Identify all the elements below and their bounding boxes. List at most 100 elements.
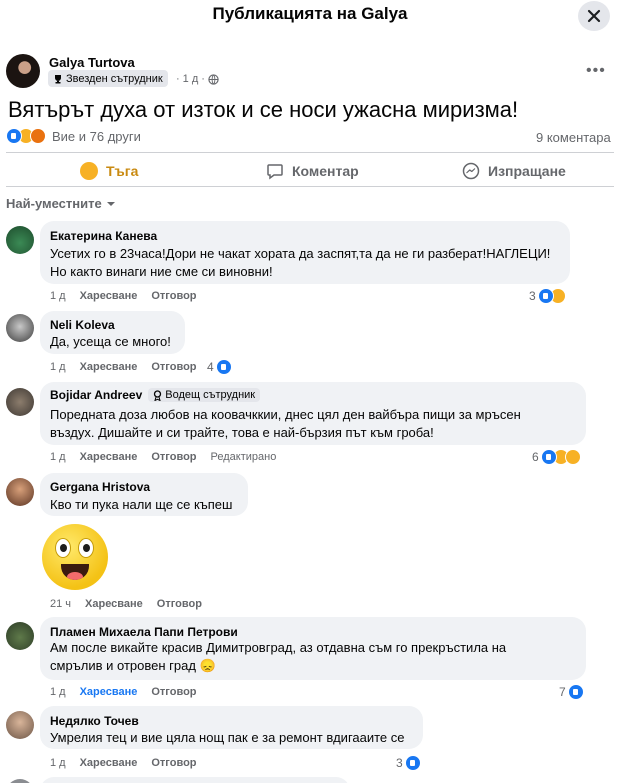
comment-actions: 1 д Харесване Отговор [50,290,197,302]
top-contributor-badge[interactable]: Водещ сътрудник [148,388,261,402]
reactions-summary[interactable]: Вие и 76 други [6,128,141,144]
reaction-count: 4 [207,360,214,374]
comment-text: Умрелия тец и вие цяла нощ пак е за ремо… [50,729,405,747]
comment-line: Поредната доза любов на коовачккии, днес… [50,407,521,422]
sort-label: Най-уместните [6,196,102,211]
avatar[interactable] [6,779,34,783]
sort-dropdown[interactable]: Най-уместните [6,196,116,211]
comment-bubble [40,777,350,783]
comment-text: Ам после викайте красив Димитровград, аз… [50,639,506,675]
globe-icon [208,73,219,85]
comment-reactions[interactable]: 4 [207,359,232,375]
comment-reactions[interactable]: 7 [559,684,584,700]
comment-reactions[interactable]: 6 [532,449,581,465]
comment-line: въздух. Дишайте и си трайте, това е най-… [50,425,434,440]
sad-face-icon [80,162,98,180]
comment-button[interactable]: Коментар [266,162,359,180]
emoji-sticker [42,524,108,590]
emoji-pupil [83,544,90,552]
dialog-header: Публикацията на Galya [0,0,620,31]
avatar[interactable] [6,622,34,650]
comment-author[interactable]: Пламен Михаела Папи Петрови [50,625,238,639]
comment-time[interactable]: 1 д [50,451,66,463]
comment-reactions[interactable]: 3 [396,755,421,771]
comment-author[interactable]: Gergana Hristova [50,480,150,494]
comment-time[interactable]: 21 ч [50,598,71,610]
comment-header: Пламен Михаела Папи Петрови [50,625,238,639]
avatar[interactable] [6,314,34,342]
avatar[interactable] [6,388,34,416]
emoji-mouth [61,564,89,580]
comment-line: смрълив и отровен град 😞 [50,658,216,673]
comment-time[interactable]: 1 д [50,361,66,373]
like-reaction-icon [540,449,557,465]
like-link[interactable]: Харесване [80,757,138,769]
comment-time[interactable]: 1 д [50,757,66,769]
reply-link[interactable]: Отговор [151,290,196,302]
comment-author[interactable]: Neli Koleva [50,318,115,332]
comment-reactions[interactable]: 3 [529,288,566,304]
comment-text: Поредната доза любов на коовачккии, днес… [50,406,521,442]
comment-actions: 1 д Харесване Отговор [50,757,197,769]
reply-link[interactable]: Отговор [151,451,196,463]
comment-actions: 21 ч Харесване Отговор [50,598,202,610]
react-button[interactable]: Тъга [80,162,138,180]
close-button[interactable] [578,1,610,31]
comment-icon [267,164,283,180]
emoji-pupil [60,544,67,552]
reply-link[interactable]: Отговор [151,686,196,698]
reply-link[interactable]: Отговор [151,757,196,769]
post-meta: · 1 д · [176,73,219,85]
more-options-icon[interactable]: ••• [586,62,606,80]
comment-text: Да, усеща се много! [50,333,171,351]
comment-header: Neli Koleva [50,318,115,332]
like-link[interactable]: Харесване [80,686,138,698]
messenger-icon [462,162,480,180]
comment-author[interactable]: Екатерина Канева [50,229,157,243]
comment-line: Но както винаги ние сме си виновни! [50,264,273,279]
post-time[interactable]: 1 д [183,73,199,85]
comment-text: Усетих го в 23часа!Дори не чакат хората … [50,245,550,281]
reaction-count: 7 [559,685,566,699]
emoji-eye [55,538,71,558]
comment-author[interactable]: Bojidar Andreev [50,388,142,402]
comment-header: Недялко Точев [50,714,139,728]
badge-label: Звезден сътрудник [66,72,163,85]
comment-time[interactable]: 1 д [50,290,66,302]
send-button[interactable]: Изпращане [462,162,566,180]
reply-link[interactable]: Отговор [157,598,202,610]
haha-reaction-icon [564,449,581,465]
like-reaction-icon [404,755,421,771]
comment-time[interactable]: 1 д [50,686,66,698]
comment-text: Кво ти пука нали ще се къпеш [50,496,232,514]
author-avatar[interactable] [6,54,40,88]
reply-link[interactable]: Отговор [151,361,196,373]
comment-label: Коментар [292,163,359,179]
like-link[interactable]: Харесване [80,290,138,302]
like-reaction-icon [6,128,22,144]
comment-actions: 1 д Харесване Отговор Редактирано [50,451,276,463]
like-link[interactable]: Харесване [80,361,138,373]
comment-line: Кво ти пука нали ще се къпеш [50,497,233,512]
avatar[interactable] [6,226,34,254]
like-reaction-icon [567,684,584,700]
like-reaction-icon [537,288,554,304]
like-link[interactable]: Харесване [85,598,143,610]
comment-header: Gergana Hristova [50,480,150,494]
reaction-count: 3 [529,289,536,303]
badge-label: Водещ сътрудник [165,389,256,401]
comment-actions: 1 д Харесване Отговор [50,686,197,698]
comment-line: Умрелия тец и вие цяла нощ пак е за ремо… [50,730,405,745]
avatar[interactable] [6,711,34,739]
avatar[interactable] [6,478,34,506]
reaction-count: 3 [396,756,403,770]
comment-author[interactable]: Недялко Точев [50,714,139,728]
like-link[interactable]: Харесване [80,451,138,463]
comment-actions: 1 д Харесване Отговор [50,361,197,373]
emoji-eye [78,538,94,558]
star-contributor-badge[interactable]: Звезден сътрудник [48,70,168,87]
author-name[interactable]: Galya Turtova [49,55,135,70]
comments-count[interactable]: 9 коментара [536,130,611,145]
angry-reaction-icon [30,128,46,144]
medal-icon [154,389,162,401]
